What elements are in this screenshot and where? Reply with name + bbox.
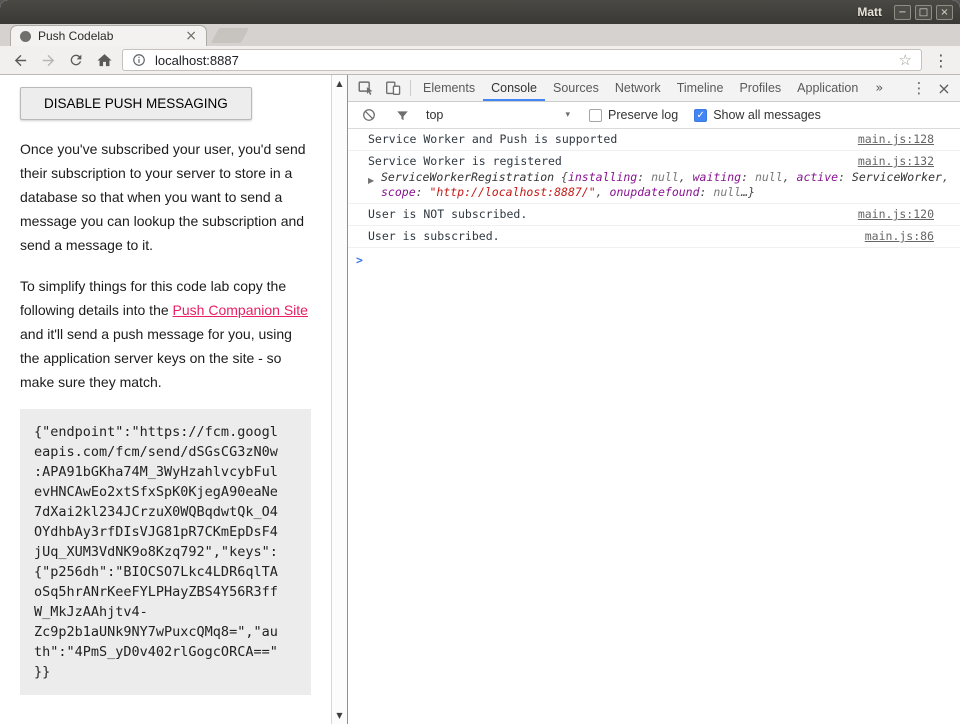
window-title: Matt xyxy=(857,5,882,19)
console-source-link[interactable]: main.js:128 xyxy=(858,132,934,147)
address-bar[interactable]: localhost:8887 ☆ xyxy=(122,49,922,71)
preserve-log-group[interactable]: Preserve log xyxy=(589,108,678,122)
web-page: DISABLE PUSH MESSAGING Once you've subsc… xyxy=(0,75,347,724)
console-message-text: Service Worker is registered xyxy=(368,154,846,169)
forward-button[interactable] xyxy=(34,47,62,73)
minimize-button[interactable]: − xyxy=(894,5,911,20)
chevron-down-icon: ▾ xyxy=(565,110,570,120)
tab-favicon-icon xyxy=(20,31,31,42)
url-text[interactable]: localhost:8887 xyxy=(155,53,239,68)
console-prompt-chevron[interactable]: > xyxy=(348,248,960,267)
console-source-link[interactable]: main.js:132 xyxy=(858,154,934,169)
close-button[interactable]: × xyxy=(936,5,953,20)
back-icon xyxy=(12,52,29,69)
devtools-tab-elements[interactable]: Elements xyxy=(415,75,483,101)
console-message-text: User is NOT subscribed. xyxy=(368,207,846,222)
inspect-element-button[interactable] xyxy=(352,75,379,101)
push-companion-site-link[interactable]: Push Companion Site xyxy=(173,302,308,318)
paragraph-subscription: Once you've subscribed your user, you'd … xyxy=(20,137,312,257)
show-all-messages-group[interactable]: ✓ Show all messages xyxy=(694,108,821,122)
devtools-tabbar-tabs: ElementsConsoleSourcesNetworkTimelinePro… xyxy=(415,75,866,101)
preserve-log-checkbox[interactable] xyxy=(589,109,602,122)
titlebar[interactable]: Matt − □ × xyxy=(0,0,960,24)
home-button[interactable] xyxy=(90,47,118,73)
paragraph-companion: To simplify things for this code lab cop… xyxy=(20,274,312,394)
devtools-tab-console[interactable]: Console xyxy=(483,75,545,101)
device-toolbar-button[interactable] xyxy=(379,75,406,101)
console-output: Service Worker and Push is supported main… xyxy=(348,129,960,724)
execution-context-value: top xyxy=(426,108,443,122)
preserve-log-label: Preserve log xyxy=(608,108,678,122)
console-message-text: Service Worker and Push is supported xyxy=(368,132,846,147)
inspect-cursor-icon xyxy=(357,79,375,97)
forward-icon xyxy=(40,52,57,69)
console-message: User is subscribed. main.js:86 xyxy=(348,226,960,248)
filter-funnel-icon xyxy=(395,108,410,123)
show-all-messages-label: Show all messages xyxy=(713,108,821,122)
console-message: User is NOT subscribed. main.js:120 xyxy=(348,204,960,226)
console-source-link[interactable]: main.js:86 xyxy=(865,229,934,244)
devtools-close-icon[interactable]: × xyxy=(931,79,957,98)
expand-triangle-icon[interactable]: ▶ xyxy=(368,170,381,200)
bookmark-star-icon[interactable]: ☆ xyxy=(899,51,912,69)
console-message-text: User is subscribed. xyxy=(368,229,853,244)
console-message: Service Worker is registered main.js:132 ▶… xyxy=(348,151,960,204)
scroll-down-icon[interactable]: ▼ xyxy=(336,711,342,720)
reload-button[interactable] xyxy=(62,47,90,73)
page-scrollbar[interactable]: ▲ ▼ xyxy=(331,75,347,724)
disable-push-button[interactable]: DISABLE PUSH MESSAGING xyxy=(20,87,252,120)
show-all-checkbox[interactable]: ✓ xyxy=(694,109,707,122)
tab-overflow-chevron[interactable]: » xyxy=(866,75,892,101)
console-messages: Service Worker and Push is supported main… xyxy=(348,129,960,248)
browser-tab[interactable]: Push Codelab × xyxy=(10,25,207,46)
devtools-tab-profiles[interactable]: Profiles xyxy=(731,75,789,101)
scroll-up-icon[interactable]: ▲ xyxy=(336,79,342,88)
home-icon xyxy=(96,52,113,69)
filter-button[interactable] xyxy=(389,108,416,123)
devtools-tab-sources[interactable]: Sources xyxy=(545,75,607,101)
content-area: DISABLE PUSH MESSAGING Once you've subsc… xyxy=(0,75,960,724)
console-message: Service Worker and Push is supported main… xyxy=(348,129,960,151)
back-button[interactable] xyxy=(6,47,34,73)
devtools-tabbar: ElementsConsoleSourcesNetworkTimelinePro… xyxy=(348,75,960,102)
devtools-tab-application[interactable]: Application xyxy=(789,75,866,101)
console-source-link[interactable]: main.js:120 xyxy=(858,207,934,222)
devtools-panel: ElementsConsoleSourcesNetworkTimelinePro… xyxy=(347,75,960,724)
new-tab-button[interactable] xyxy=(211,28,249,43)
reload-icon xyxy=(68,52,84,68)
browser-menu-icon[interactable]: ⋮ xyxy=(928,51,954,70)
console-toolbar: top ▾ Preserve log ✓ Show all messages xyxy=(348,102,960,129)
toolbar-divider xyxy=(410,80,411,96)
paragraph-companion-text-after: and it'll send a push message for you, u… xyxy=(20,326,292,390)
maximize-button[interactable]: □ xyxy=(915,5,932,20)
tab-close-icon[interactable]: × xyxy=(185,29,197,43)
devtools-tab-timeline[interactable]: Timeline xyxy=(669,75,732,101)
object-preview-text: ServiceWorkerRegistration {installing: n… xyxy=(381,170,952,200)
devtools-menu-icon[interactable]: ⋮ xyxy=(907,79,931,97)
browser-toolbar: localhost:8887 ☆ ⋮ xyxy=(0,46,960,75)
devtools-tab-network[interactable]: Network xyxy=(607,75,669,101)
clear-console-button[interactable] xyxy=(355,107,382,123)
browser-window: Matt − □ × Push Codelab × localhost:8887… xyxy=(0,0,960,724)
clear-console-icon xyxy=(361,107,377,123)
execution-context-select[interactable]: top ▾ xyxy=(423,108,573,122)
info-icon[interactable] xyxy=(132,53,146,67)
tab-title: Push Codelab xyxy=(38,29,178,43)
subscription-json-code: {"endpoint":"https://fcm.googl eapis.com… xyxy=(20,409,311,695)
device-toolbar-icon xyxy=(384,79,402,97)
tab-strip: Push Codelab × xyxy=(0,24,960,46)
